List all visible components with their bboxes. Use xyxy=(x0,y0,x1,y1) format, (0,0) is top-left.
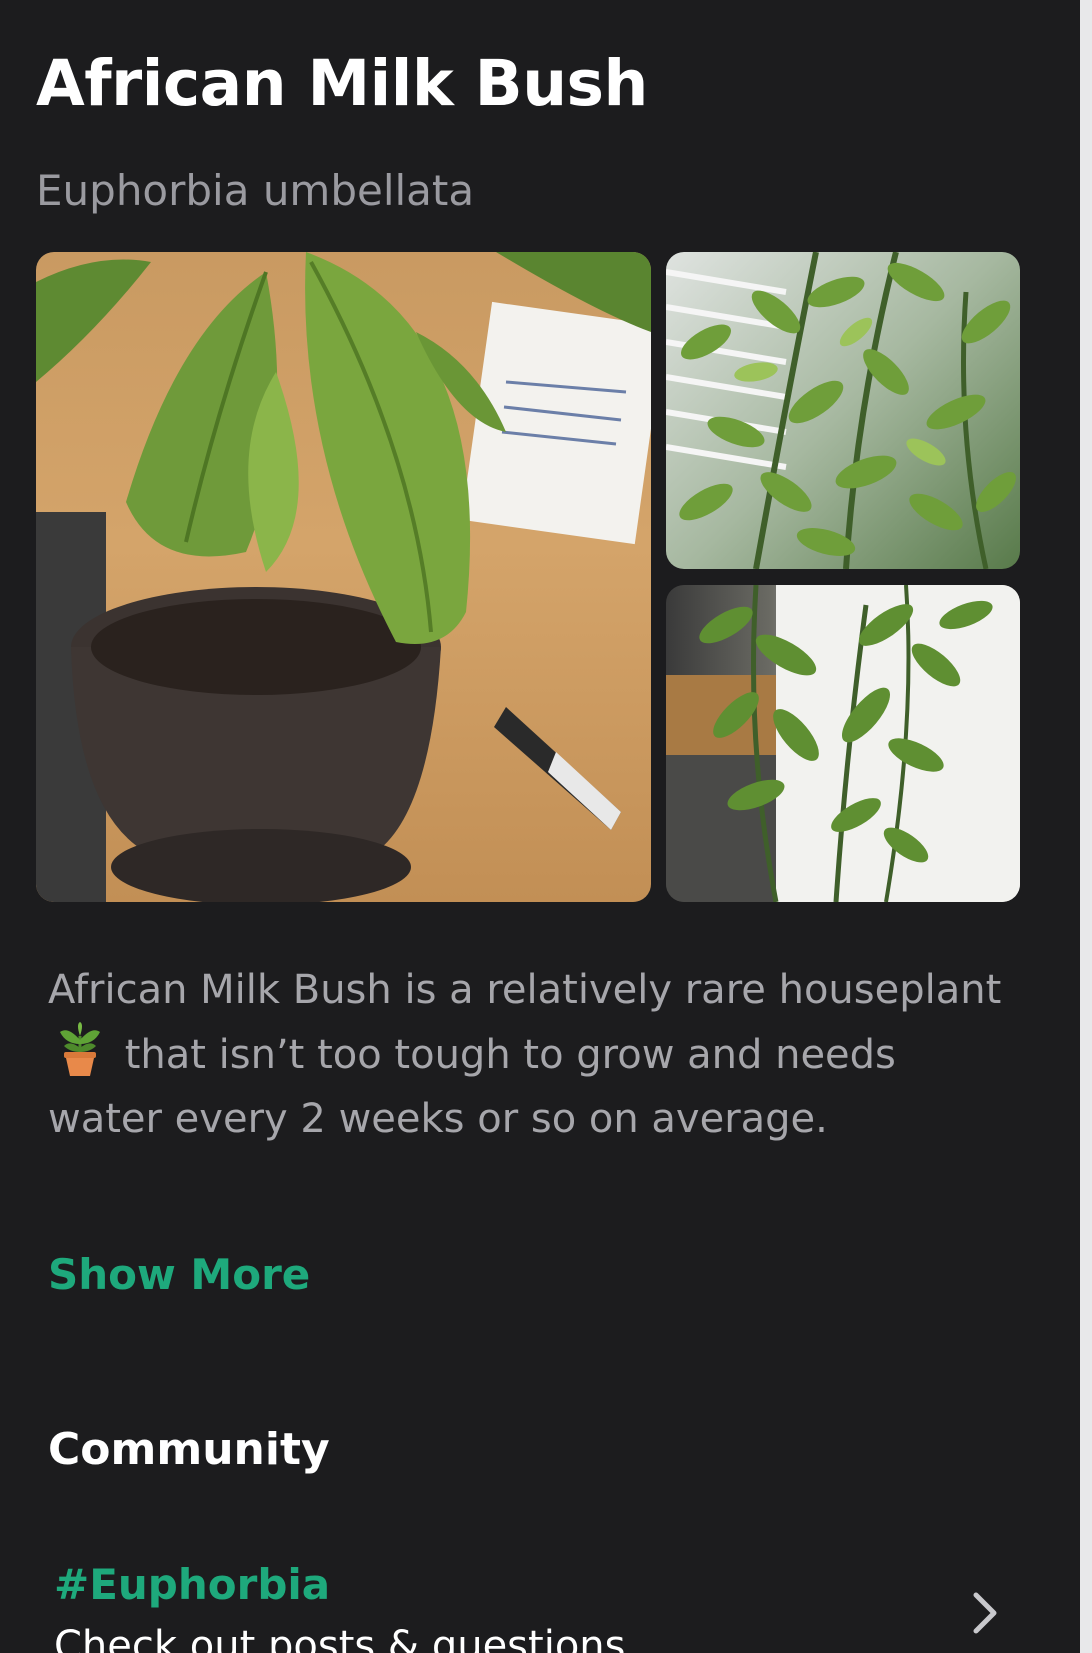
plant-scientific-name: Euphorbia umbellata xyxy=(36,166,475,215)
plant-by-window-photo[interactable] xyxy=(666,252,1020,569)
plant-trailing-photo[interactable] xyxy=(666,585,1020,902)
community-heading: Community xyxy=(48,1424,330,1475)
plant-detail-screen: African Milk Bush Euphorbia umbellata Af… xyxy=(0,0,1080,1653)
plant-common-name: African Milk Bush xyxy=(36,47,648,120)
potted-plant-emoji-icon xyxy=(60,1022,100,1076)
potted-plant-photo[interactable] xyxy=(36,252,651,902)
chevron-right-icon xyxy=(973,1592,997,1634)
show-more-link[interactable]: Show More xyxy=(48,1254,310,1296)
community-hashtag-row[interactable]: #Euphorbia Check out posts & questions xyxy=(0,1550,1080,1653)
description-text-start: African Milk Bush is a relatively rare h… xyxy=(48,967,1002,1013)
potted-plant-illustration xyxy=(36,252,651,902)
community-hashtag: #Euphorbia xyxy=(54,1560,331,1609)
community-row-subtitle: Check out posts & questions xyxy=(54,1623,626,1653)
plant-trailing-illustration xyxy=(666,585,1020,902)
plant-window-illustration xyxy=(666,252,1016,569)
description-text-end: that isn’t too tough to grow and needs w… xyxy=(48,1032,896,1142)
plant-description: African Milk Bush is a relatively rare h… xyxy=(48,958,1008,1151)
screen-edge xyxy=(1080,0,1092,1653)
